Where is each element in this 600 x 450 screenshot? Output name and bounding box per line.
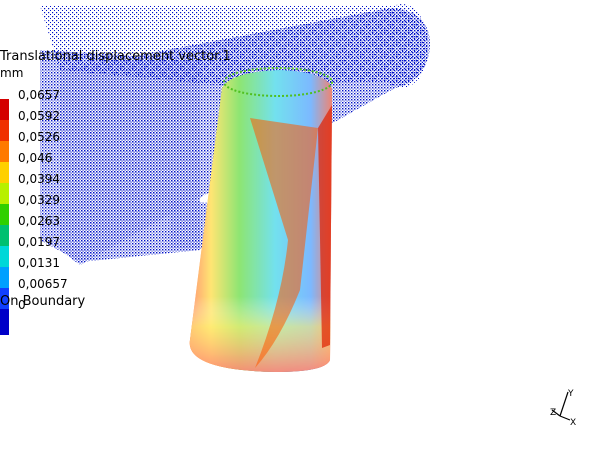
legend-segment	[0, 141, 9, 162]
legend-tick-label: 0,0329	[18, 193, 60, 207]
axis-triad[interactable]: Y Z X	[548, 386, 582, 426]
legend-segment	[0, 267, 9, 288]
legend-segment	[0, 99, 9, 120]
legend-segment	[0, 204, 9, 225]
x-axis-label: X	[570, 418, 576, 426]
legend-tick-label: 0,00657	[18, 277, 68, 291]
legend-title: Translational displacement vector.1	[0, 49, 231, 64]
legend-tick-label: 0,0657	[18, 88, 60, 102]
legend-tick-label: 0,0131	[18, 256, 60, 270]
legend-tick-label: 0,0263	[18, 214, 60, 228]
legend-segment	[0, 183, 9, 204]
y-axis-label: Y	[567, 389, 574, 399]
displacement-legend[interactable]: Translational displacement vector.1 mm 0…	[0, 46, 231, 335]
legend-segment	[0, 246, 9, 267]
legend-tick-label: 0,0394	[18, 172, 60, 186]
legend-unit: mm	[0, 66, 24, 80]
legend-tick-label: 0,0526	[18, 130, 60, 144]
on-boundary-label: On Boundary	[0, 294, 86, 309]
z-axis-label: Z	[550, 408, 556, 418]
legend-segment	[0, 120, 9, 141]
legend-segment	[0, 162, 9, 183]
legend-tick-label: 0,0592	[18, 109, 60, 123]
legend-segment	[0, 225, 9, 246]
legend-tick-label: 0,0197	[18, 235, 60, 249]
y-axis-line	[559, 391, 569, 417]
legend-segment	[0, 309, 9, 335]
x-axis-line	[559, 415, 571, 421]
shaft-end-cap	[376, 4, 428, 88]
legend-tick-label: 0,046	[18, 151, 53, 165]
